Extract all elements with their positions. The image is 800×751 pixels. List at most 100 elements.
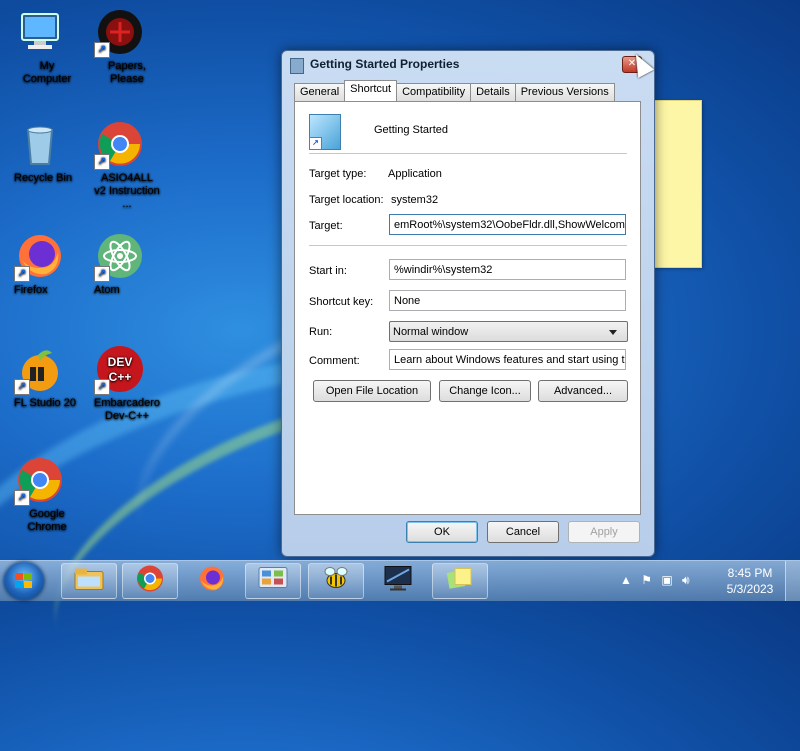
control-panel-icon	[258, 566, 288, 597]
dev-cpp-icon: DEV C++ ↗	[94, 345, 144, 395]
advanced-button[interactable]: Advanced...	[538, 380, 628, 402]
shortcut-tab-panel: ↗ Getting Started Target type: Applicati…	[294, 101, 641, 515]
shortcut-arrow-icon: ↗	[94, 42, 110, 58]
tab-strip: General Shortcut Compatibility Details P…	[294, 80, 615, 101]
start-in-input[interactable]: %windir%\system32	[389, 259, 626, 280]
shortcut-file-icon	[290, 58, 304, 74]
tab-general[interactable]: General	[294, 83, 346, 101]
cancel-button[interactable]: Cancel	[487, 521, 559, 543]
comment-label: Comment:	[309, 355, 360, 367]
network-icon[interactable]: ▣	[661, 573, 672, 587]
tab-previous-versions[interactable]: Previous Versions	[514, 83, 615, 101]
comment-input[interactable]: Learn about Windows features and start u…	[389, 349, 626, 370]
action-center-flag-icon[interactable]: ⚑	[641, 573, 652, 587]
firefox-icon: ↗	[14, 232, 64, 282]
desktop-icon-label: Atom	[94, 284, 120, 296]
desktop-icon-label: Google Chrome	[27, 508, 67, 533]
taskbar-monitor[interactable]	[370, 563, 426, 599]
target-type-label: Target type:	[309, 168, 367, 180]
desktop-icon-papers-please[interactable]: ↗ Papers, Please	[80, 8, 160, 85]
clock-time: 8:45 PM	[727, 566, 773, 580]
taskbar-app-bee[interactable]	[308, 563, 364, 599]
open-file-location-button[interactable]: Open File Location	[313, 380, 431, 402]
sticky-notes-icon	[445, 566, 475, 597]
desktop-icon-atom[interactable]: ↗ Atom	[80, 232, 160, 296]
shortcut-arrow-icon: ↗	[94, 266, 110, 282]
start-in-label: Start in:	[309, 265, 347, 277]
tab-shortcut[interactable]: Shortcut	[344, 80, 398, 101]
taskbar-explorer[interactable]	[61, 563, 117, 599]
target-label: Target:	[309, 220, 343, 232]
shortcut-arrow-icon: ↗	[309, 137, 322, 150]
monitor-icon	[383, 565, 413, 598]
recycle-bin-icon	[16, 120, 64, 168]
computer-icon	[16, 8, 64, 56]
papers-please-icon: ↗	[94, 8, 144, 58]
folder-icon	[74, 567, 104, 596]
taskbar-firefox[interactable]	[184, 563, 240, 599]
desktop-icon-label: Embarcadero Dev-C++	[94, 397, 161, 422]
divider	[309, 245, 627, 246]
desktop-icon-firefox[interactable]: ↗ Firefox	[0, 232, 80, 296]
taskbar: ▲ ⚑ ▣ 🔊︎ 8:45 PM 5/3/2023	[0, 560, 800, 601]
chevron-down-icon	[609, 330, 617, 335]
desktop-icon-google-chrome[interactable]: ↗ Google Chrome	[0, 456, 80, 533]
windows-logo-icon	[15, 573, 33, 589]
desktop-icon-dev-cpp[interactable]: DEV C++ ↗ Embarcadero Dev-C++	[80, 345, 160, 422]
dialog-titlebar[interactable]: Getting Started Properties ✕	[282, 50, 655, 78]
shortcut-key-input[interactable]: None	[389, 290, 626, 311]
atom-icon: ↗	[94, 232, 144, 282]
ok-button[interactable]: OK	[406, 521, 478, 543]
shortcut-arrow-icon: ↗	[14, 266, 30, 282]
divider	[309, 153, 627, 154]
taskbar-control-panel[interactable]	[245, 563, 301, 599]
start-button[interactable]	[4, 562, 44, 600]
desktop-icon-label: FL Studio 20	[14, 397, 76, 409]
desktop-icon-label: My Computer	[22, 60, 72, 85]
show-hidden-icons-icon[interactable]: ▲	[620, 573, 632, 587]
app-name: Getting Started	[374, 124, 448, 136]
taskbar-chrome[interactable]	[122, 563, 178, 599]
target-location-value: system32	[391, 194, 439, 206]
volume-icon[interactable]: 🔊︎	[682, 573, 690, 587]
desktop-icon-fl-studio[interactable]: ↗ FL Studio 20	[0, 345, 80, 409]
run-select-value: Normal window	[393, 326, 469, 338]
target-type-value: Application	[388, 168, 442, 180]
svg-text:C++: C++	[109, 370, 132, 384]
clock-date: 5/3/2023	[726, 582, 774, 596]
run-select[interactable]: Normal window	[389, 321, 628, 342]
mouse-cursor-icon	[627, 50, 655, 78]
shortcut-arrow-icon: ↗	[94, 379, 110, 395]
system-tray: ▲ ⚑ ▣ 🔊︎	[620, 573, 696, 588]
shortcut-arrow-icon: ↗	[14, 379, 30, 395]
shortcut-arrow-icon: ↗	[14, 490, 30, 506]
target-location-label: Target location:	[309, 194, 384, 206]
desktop-icon-label: Recycle Bin	[14, 172, 73, 184]
desktop-icon-label: ASIO4ALL v2 Instruction ...	[94, 172, 160, 210]
chrome-icon: ↗	[94, 120, 144, 170]
apply-button[interactable]: Apply	[568, 521, 640, 543]
desktop-icon-label: Papers, Please	[108, 60, 146, 85]
desktop-icon-my-computer[interactable]: My Computer	[0, 8, 80, 85]
chrome-icon	[136, 565, 164, 598]
change-icon-button[interactable]: Change Icon...	[439, 380, 531, 402]
desktop-icon-recycle-bin[interactable]: Recycle Bin	[0, 120, 80, 184]
shortcut-arrow-icon: ↗	[94, 154, 110, 170]
run-label: Run:	[309, 326, 333, 338]
shortcut-key-label: Shortcut key:	[309, 296, 374, 308]
tab-details[interactable]: Details	[470, 83, 516, 101]
svg-text:DEV: DEV	[108, 355, 133, 369]
application-icon: ↗	[309, 114, 341, 150]
desktop-icon-label: Firefox	[14, 284, 48, 296]
show-desktop-button[interactable]	[785, 561, 800, 601]
bee-icon	[321, 565, 351, 598]
target-input[interactable]: emRoot%\system32\OobeFldr.dll,ShowWelcom…	[389, 214, 626, 235]
chrome-icon: ↗	[14, 456, 64, 506]
properties-dialog: Getting Started Properties ✕ General Sho…	[281, 50, 655, 557]
dialog-title: Getting Started Properties	[310, 57, 460, 71]
desktop-icon-asio4all[interactable]: ↗ ASIO4ALL v2 Instruction ...	[80, 120, 160, 210]
taskbar-sticky-notes[interactable]	[432, 563, 488, 599]
taskbar-clock[interactable]: 8:45 PM 5/3/2023	[722, 565, 778, 597]
sticky-note[interactable]	[654, 100, 702, 268]
tab-compatibility[interactable]: Compatibility	[396, 83, 472, 101]
